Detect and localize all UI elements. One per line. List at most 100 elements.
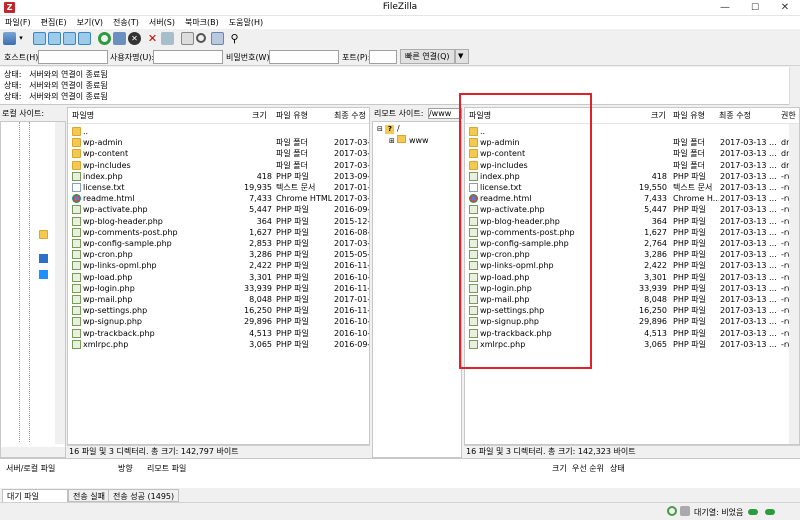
menu-server[interactable]: 서버(S) <box>144 16 180 28</box>
cancel-icon[interactable]: ✕ <box>128 32 141 45</box>
tab-failed-transfers[interactable]: 전송 실패 <box>68 489 110 502</box>
col-modified[interactable]: 최종 수정 <box>334 108 366 124</box>
host-input[interactable] <box>38 50 108 64</box>
file-row[interactable]: wp-activate.php 5,447 PHP 파일 2016-09-2 <box>68 204 369 215</box>
cell-size: 4,513 <box>644 328 667 338</box>
toggle-queue-icon[interactable] <box>78 32 91 45</box>
file-icon <box>72 227 81 237</box>
message-log[interactable]: 상태: 서버와의 연결이 종료됨 상태: 서버와의 연결이 종료됨 상태: 서버… <box>0 67 800 105</box>
dropdown-arrow-icon[interactable]: ▾ <box>17 32 25 45</box>
file-row[interactable]: wp-trackback.php 4,513 PHP 파일 2016-10-1 <box>68 328 369 339</box>
menu-edit[interactable]: 편집(E) <box>36 16 72 28</box>
quickconnect-button[interactable]: 빠른 연결(Q) <box>400 49 455 64</box>
maximize-button[interactable]: ☐ <box>740 0 770 16</box>
queue-col-priority[interactable]: 우선 순위 <box>572 463 604 474</box>
tree-root[interactable]: ⊟ ? / <box>377 124 400 134</box>
folder-icon <box>72 149 81 159</box>
cell-modified: 2017-03-13 ... <box>720 138 777 148</box>
menu-transfer[interactable]: 전송(T) <box>108 16 144 28</box>
queue-col-server-local[interactable]: 서버/로컬 파일 <box>6 463 55 474</box>
local-file-list[interactable]: 파일명 크기 파일 유형 최종 수정 .. wp-admin 파일 폴더 2017-0… <box>67 107 370 445</box>
col-filename[interactable]: 파일명 <box>72 108 94 124</box>
disconnect-icon[interactable]: ✕ <box>146 32 159 45</box>
queue-col-direction[interactable]: 방향 <box>118 463 133 474</box>
toggle-filename-filters-icon[interactable] <box>196 33 206 43</box>
file-row[interactable]: wp-links-opml.php 2,422 PHP 파일 2016-11-2 <box>68 260 369 271</box>
file-row[interactable]: wp-includes 파일 폴더 2017-03-0 <box>68 160 369 171</box>
file-row[interactable]: wp-blog-header.php 364 PHP 파일 2015-12-1 <box>68 216 369 227</box>
file-row[interactable]: wp-signup.php 29,896 PHP 파일 2016-10-1 <box>68 316 369 327</box>
remote-path-input[interactable]: /www <box>427 108 462 119</box>
remote-list-scrollbar[interactable] <box>789 124 799 444</box>
log-scrollbar[interactable] <box>789 67 800 105</box>
port-input[interactable] <box>369 50 397 64</box>
file-row[interactable]: wp-admin 파일 폴더 2017-03-0 <box>68 137 369 148</box>
cell-size: 33,939 <box>244 283 272 293</box>
file-row[interactable]: wp-load.php 3,301 PHP 파일 2016-10-2 <box>68 272 369 283</box>
file-row[interactable]: wp-mail.php 8,048 PHP 파일 2017-01-1 <box>68 294 369 305</box>
cell-type: 파일 폴더 <box>673 138 705 148</box>
port-label: 포트(P): <box>342 53 371 62</box>
local-tree-hscrollbar[interactable] <box>1 447 65 457</box>
queue-col-state[interactable]: 상태 <box>610 463 625 474</box>
host-label: 호스트(H): <box>4 53 42 62</box>
file-row[interactable]: .. <box>68 126 369 137</box>
cell-size: 418 <box>651 171 667 181</box>
tree-label: www <box>408 136 429 145</box>
col-size[interactable]: 크기 <box>651 108 666 124</box>
col-modified[interactable]: 최종 수정 <box>719 108 751 124</box>
queue-tabs: 대기 파일 전송 실패 전송 성공 (1495) <box>0 489 800 502</box>
file-row[interactable]: wp-content 파일 폴더 2017-03-0 <box>68 148 369 159</box>
search-icon[interactable]: ⚲ <box>228 32 241 45</box>
local-tree-scrollbar[interactable] <box>55 122 65 444</box>
local-directory-tree[interactable] <box>0 121 66 458</box>
file-row[interactable]: wp-config-sample.php 2,853 PHP 파일 2017-03-0 <box>68 238 369 249</box>
menu-bookmarks[interactable]: 북마크(B) <box>180 16 224 28</box>
process-queue-icon[interactable] <box>113 32 126 45</box>
transfer-queue[interactable]: 서버/로컬 파일 방향 리모트 파일 크기 우선 순위 상태 <box>0 458 800 488</box>
toggle-log-icon[interactable] <box>33 32 46 45</box>
remote-directory-tree[interactable]: ⊟ ? / ⊞ www <box>372 121 462 458</box>
minimize-button[interactable]: — <box>710 0 740 16</box>
col-permissions[interactable]: 권한 <box>781 108 796 124</box>
title-bar: Z FileZilla — ☐ ✕ <box>0 0 800 16</box>
cell-size: 1,627 <box>644 227 667 237</box>
col-type[interactable]: 파일 유형 <box>673 108 705 124</box>
cell-size: 3,065 <box>644 339 667 349</box>
file-row[interactable]: xmlrpc.php 3,065 PHP 파일 2016-09-0 <box>68 339 369 350</box>
tab-successful-transfers[interactable]: 전송 성공 (1495) <box>108 489 180 502</box>
file-row[interactable]: wp-settings.php 16,250 PHP 파일 2016-11-2 <box>68 305 369 316</box>
log-text: 서버와의 연결이 종료됨 <box>29 70 108 79</box>
menu-file[interactable]: 파일(F) <box>0 16 36 28</box>
file-row[interactable]: index.php 418 PHP 파일 2013-09-2 <box>68 171 369 182</box>
menu-help[interactable]: 도움말(H) <box>224 16 268 28</box>
file-row[interactable]: wp-login.php 33,939 PHP 파일 2016-11-2 <box>68 283 369 294</box>
username-input[interactable] <box>153 50 223 64</box>
upload-led-icon <box>748 509 758 515</box>
toggle-remote-tree-icon[interactable] <box>63 32 76 45</box>
reconnect-icon[interactable] <box>161 32 174 45</box>
tab-queued-files[interactable]: 대기 파일 <box>2 489 68 502</box>
queue-col-size[interactable]: 크기 <box>552 463 567 474</box>
col-size[interactable]: 크기 <box>252 108 267 124</box>
quickconnect-dropdown[interactable]: ▼ <box>455 49 469 64</box>
file-row[interactable]: wp-cron.php 3,286 PHP 파일 2015-05-2 <box>68 249 369 260</box>
menu-view[interactable]: 보기(V) <box>72 16 108 28</box>
log-label: 상태: <box>4 70 22 79</box>
toggle-local-tree-icon[interactable] <box>48 32 61 45</box>
cell-type: PHP 파일 <box>673 328 706 338</box>
tree-www[interactable]: ⊞ www <box>389 135 429 145</box>
file-row[interactable]: license.txt 19,935 텍스트 문서 2017-01-0 <box>68 182 369 193</box>
password-input[interactable] <box>269 50 339 64</box>
directory-listing-filters-icon[interactable] <box>181 32 194 45</box>
file-row[interactable]: readme.html 7,433 Chrome HTML...2017-03-0 <box>68 193 369 204</box>
cell-type: PHP 파일 <box>276 261 309 271</box>
file-row[interactable]: wp-comments-post.php 1,627 PHP 파일 2016-08-2 <box>68 227 369 238</box>
close-button[interactable]: ✕ <box>770 0 800 16</box>
cell-modified: 2017-03-13 ... <box>720 160 777 170</box>
col-type[interactable]: 파일 유형 <box>276 108 308 124</box>
synchronized-browsing-icon[interactable] <box>211 32 224 45</box>
queue-col-remote[interactable]: 리모트 파일 <box>147 463 186 474</box>
site-manager-icon[interactable] <box>3 32 16 45</box>
refresh-icon[interactable] <box>98 32 111 45</box>
